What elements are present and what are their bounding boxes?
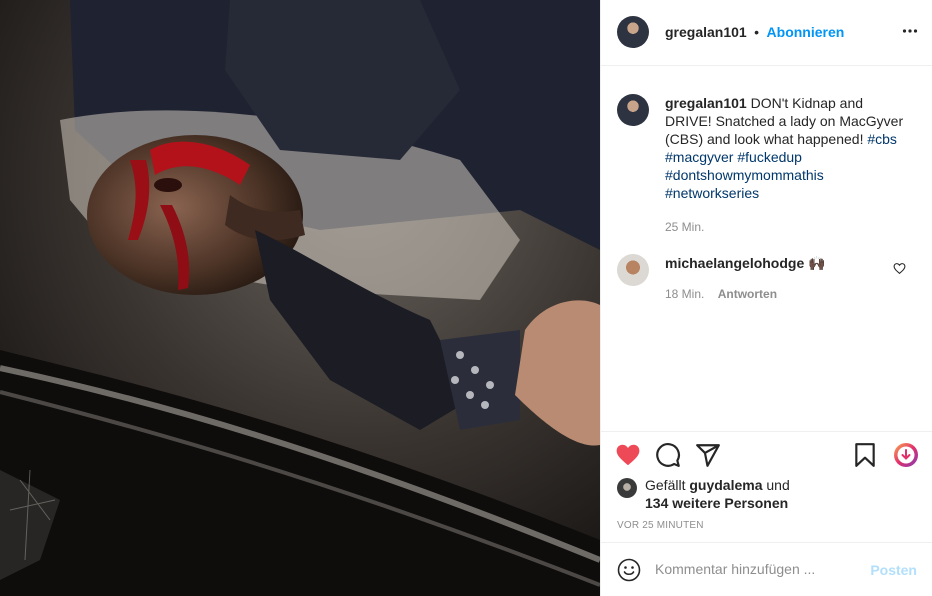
add-comment-bar: Posten: [601, 542, 932, 596]
separator-dot: •: [754, 24, 760, 40]
action-bar: [601, 431, 932, 479]
emoji-button[interactable]: [617, 558, 641, 587]
likes-others[interactable]: 134 weitere Personen: [645, 495, 788, 511]
likes-connector: und: [766, 477, 790, 493]
more-horizontal-icon: [902, 29, 918, 33]
hashtag-networkseries[interactable]: #networkseries: [665, 185, 759, 201]
save-button[interactable]: [852, 442, 878, 468]
heart-filled-icon: [616, 444, 640, 466]
post-header: gregalan101 • Abonnieren: [601, 0, 932, 66]
hashtag-cbs[interactable]: #cbs: [867, 131, 897, 147]
smiley-icon: [617, 558, 641, 582]
follow-button[interactable]: Abonnieren: [767, 24, 845, 40]
comment-text: 🙌🏿: [808, 255, 826, 271]
download-button[interactable]: [893, 442, 919, 468]
likes-prefix: Gefällt: [645, 477, 686, 493]
comment-input[interactable]: [655, 561, 855, 577]
commenter-avatar[interactable]: [617, 254, 649, 286]
hashtag-dontshowmymommathis[interactable]: #dontshowmymommathis: [665, 167, 824, 183]
liker-avatar[interactable]: [617, 478, 637, 498]
owner-line: gregalan101 • Abonnieren: [665, 24, 844, 42]
hashtag-fuckedup[interactable]: #fuckedup: [737, 149, 802, 165]
owner-avatar[interactable]: [617, 16, 649, 48]
liker-username[interactable]: guydalema: [689, 477, 762, 493]
caption: gregalan101 DON't Kidnap and DRIVE! Snat…: [665, 94, 905, 236]
caption-avatar[interactable]: [617, 94, 649, 126]
caption-username[interactable]: gregalan101: [665, 95, 747, 111]
comment-meta: 18 Min. Antworten: [665, 285, 895, 303]
download-circle-icon: [894, 443, 918, 467]
likes-summary: Gefällt guydalema und 134 weitere Person…: [645, 476, 790, 512]
reply-button[interactable]: Antworten: [718, 287, 777, 301]
comment-like-button[interactable]: [893, 262, 906, 280]
comment-username[interactable]: michaelangelohodge: [665, 255, 804, 271]
comment-button[interactable]: [655, 442, 681, 468]
paper-plane-icon: [696, 444, 720, 467]
owner-username[interactable]: gregalan101: [665, 24, 747, 40]
comment-time[interactable]: 18 Min.: [665, 287, 704, 301]
post-image[interactable]: [0, 0, 600, 596]
post-timestamp[interactable]: VOR 25 MINUTEN: [617, 520, 704, 531]
share-button[interactable]: [695, 442, 721, 468]
post-side-panel: gregalan101 • Abonnieren gregalan101 DON…: [600, 0, 932, 596]
post-photo: [0, 0, 600, 596]
caption-time[interactable]: 25 Min.: [665, 218, 905, 236]
heart-outline-icon: [893, 263, 906, 275]
hashtag-macgyver[interactable]: #macgyver: [665, 149, 733, 165]
bookmark-icon: [855, 443, 875, 467]
more-options-icon[interactable]: [902, 23, 918, 44]
comment-item: michaelangelohodge 🙌🏿 18 Min. Antworten: [665, 254, 895, 303]
comment-bubble-icon: [656, 443, 680, 467]
post-comment-button[interactable]: Posten: [870, 562, 917, 578]
like-button[interactable]: [615, 442, 641, 468]
